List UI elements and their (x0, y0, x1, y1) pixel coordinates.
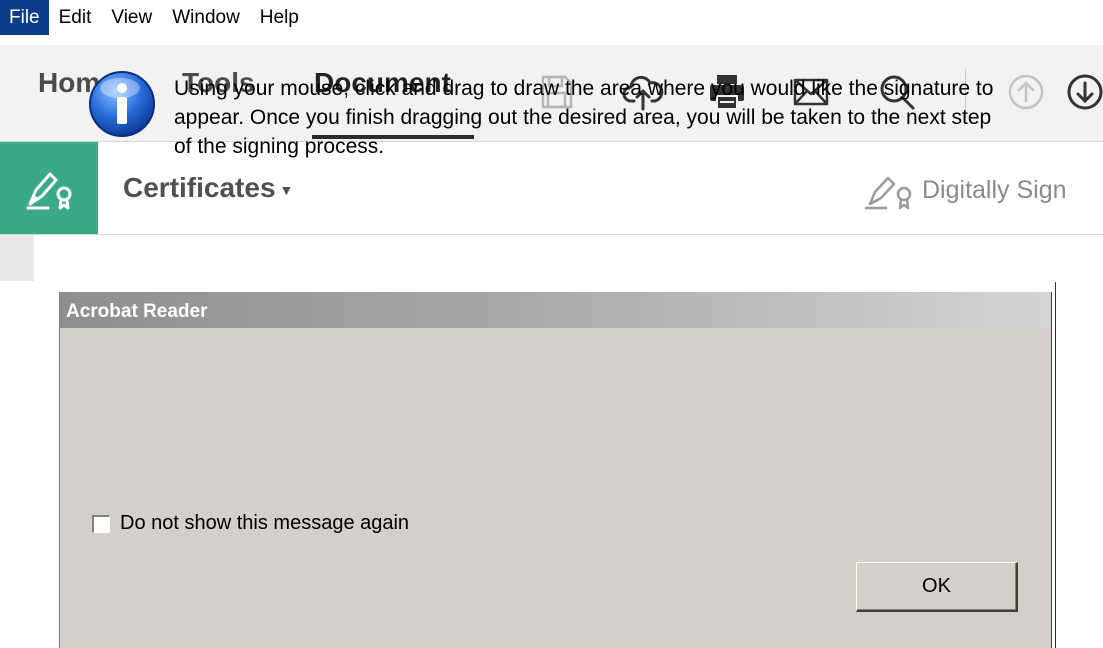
pen-certificate-icon (26, 172, 72, 210)
digitally-sign-label: Digitally Sign (922, 175, 1067, 204)
menu-window[interactable]: Window (162, 0, 250, 35)
menu-file[interactable]: File (0, 0, 49, 35)
certificates-dropdown[interactable]: Certificates ▼ (123, 172, 293, 204)
pen-certificate-icon (864, 176, 912, 210)
menu-help[interactable]: Help (250, 0, 309, 35)
page-edge (1055, 282, 1056, 648)
ok-button[interactable]: OK (856, 562, 1018, 612)
dialog-title: Acrobat Reader (66, 301, 208, 322)
dialog-message: Using your mouse, click and drag to draw… (174, 77, 994, 158)
info-icon (86, 68, 158, 140)
left-panel-strip (0, 235, 34, 281)
checkbox-label: Do not show this message again (120, 512, 410, 534)
caret-down-icon: ▼ (279, 181, 294, 198)
certificates-label: Certificates (123, 172, 276, 203)
checkbox-box[interactable] (92, 514, 110, 533)
menu-bar: File Edit View Window Help (0, 0, 1103, 45)
digitally-sign-button[interactable]: Digitally Sign (864, 170, 1067, 210)
page-down-icon[interactable] (1064, 71, 1103, 113)
menu-edit[interactable]: Edit (49, 0, 102, 35)
certificates-tool-badge (0, 142, 98, 234)
menu-view[interactable]: View (101, 0, 162, 35)
dont-show-again-checkbox[interactable]: Do not show this message again (92, 512, 409, 535)
dialog-title-bar[interactable]: Acrobat Reader (60, 292, 1051, 328)
